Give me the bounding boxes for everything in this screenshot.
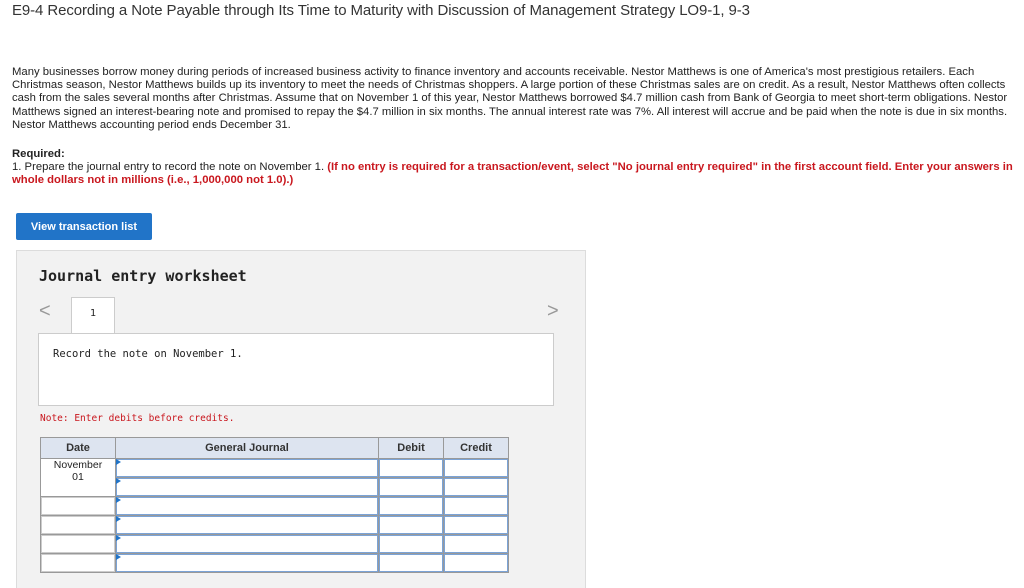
date-cell: November 01 — [40, 458, 116, 497]
general-journal-column-header: General Journal — [115, 437, 379, 459]
debit-input[interactable] — [379, 478, 443, 496]
required-heading: Required: — [12, 148, 65, 160]
date-column-header: Date — [40, 437, 116, 459]
worksheet-title: Journal entry worksheet — [39, 267, 247, 285]
credit-cell — [443, 553, 509, 573]
debit-cell — [378, 515, 444, 535]
credit-input[interactable] — [444, 535, 508, 553]
date-input[interactable] — [41, 554, 115, 572]
credit-input[interactable] — [444, 554, 508, 572]
date-day: 01 — [72, 471, 84, 483]
account-cell — [115, 458, 379, 478]
credit-column-header: Credit — [443, 437, 509, 459]
credit-input[interactable] — [444, 516, 508, 534]
account-cell — [115, 553, 379, 573]
tab-entry-1[interactable]: 1 — [71, 297, 115, 333]
credit-cell — [443, 515, 509, 535]
credit-cell — [443, 477, 509, 497]
account-input[interactable] — [116, 497, 378, 515]
problem-paragraph: Many businesses borrow money during peri… — [12, 66, 1008, 131]
table-row — [40, 496, 509, 516]
credit-cell — [443, 534, 509, 554]
credit-input[interactable] — [444, 497, 508, 515]
account-input[interactable] — [116, 535, 378, 553]
debit-cell — [378, 553, 444, 573]
date-input[interactable] — [41, 516, 115, 534]
chevron-right-icon[interactable]: > — [547, 301, 559, 321]
credit-input[interactable] — [444, 478, 508, 496]
account-cell — [115, 496, 379, 516]
dropdown-marker-icon — [116, 478, 121, 484]
credit-input[interactable] — [444, 459, 508, 477]
credit-cell — [443, 458, 509, 478]
required-item: 1. Prepare the journal entry to record t… — [12, 161, 1020, 187]
debit-input[interactable] — [379, 497, 443, 515]
date-cell — [40, 515, 116, 535]
journal-header-row: Date General Journal Debit Credit — [40, 437, 509, 459]
table-row — [40, 515, 509, 535]
debit-input[interactable] — [379, 554, 443, 572]
debit-cell — [378, 534, 444, 554]
debit-cell — [378, 477, 444, 497]
credit-cell — [443, 496, 509, 516]
dropdown-marker-icon — [116, 459, 121, 465]
dropdown-marker-icon — [116, 554, 121, 560]
page-title: E9-4 Recording a Note Payable through It… — [12, 2, 750, 19]
date-cell — [40, 496, 116, 516]
table-row: November 01 — [40, 458, 509, 497]
view-transaction-list-button[interactable]: View transaction list — [16, 213, 152, 240]
dropdown-marker-icon — [116, 535, 121, 541]
required-item-text: 1. Prepare the journal entry to record t… — [12, 161, 328, 173]
debit-input[interactable] — [379, 459, 443, 477]
entry-description: Record the note on November 1. — [38, 333, 554, 406]
date-cell — [40, 553, 116, 573]
account-input[interactable] — [116, 554, 378, 572]
debit-input[interactable] — [379, 516, 443, 534]
chevron-left-icon[interactable]: < — [39, 301, 51, 321]
account-cell — [115, 477, 379, 497]
journal-table: Date General Journal Debit Credit Novemb… — [40, 437, 509, 573]
account-input[interactable] — [116, 478, 378, 496]
journal-entry-worksheet: Journal entry worksheet < 1 > Record the… — [16, 250, 586, 588]
dropdown-marker-icon — [116, 497, 121, 503]
date-input[interactable] — [41, 497, 115, 515]
debit-column-header: Debit — [378, 437, 444, 459]
debit-input[interactable] — [379, 535, 443, 553]
dropdown-marker-icon — [116, 516, 121, 522]
table-row — [40, 534, 509, 554]
date-month: November — [53, 459, 103, 471]
account-input[interactable] — [116, 459, 378, 477]
debit-cell — [378, 458, 444, 478]
debits-credits-note: Note: Enter debits before credits. — [40, 413, 235, 424]
account-cell — [115, 515, 379, 535]
account-cell — [115, 534, 379, 554]
debit-cell — [378, 496, 444, 516]
table-row — [40, 553, 509, 573]
date-input[interactable] — [41, 535, 115, 553]
account-input[interactable] — [116, 516, 378, 534]
date-cell — [40, 534, 116, 554]
